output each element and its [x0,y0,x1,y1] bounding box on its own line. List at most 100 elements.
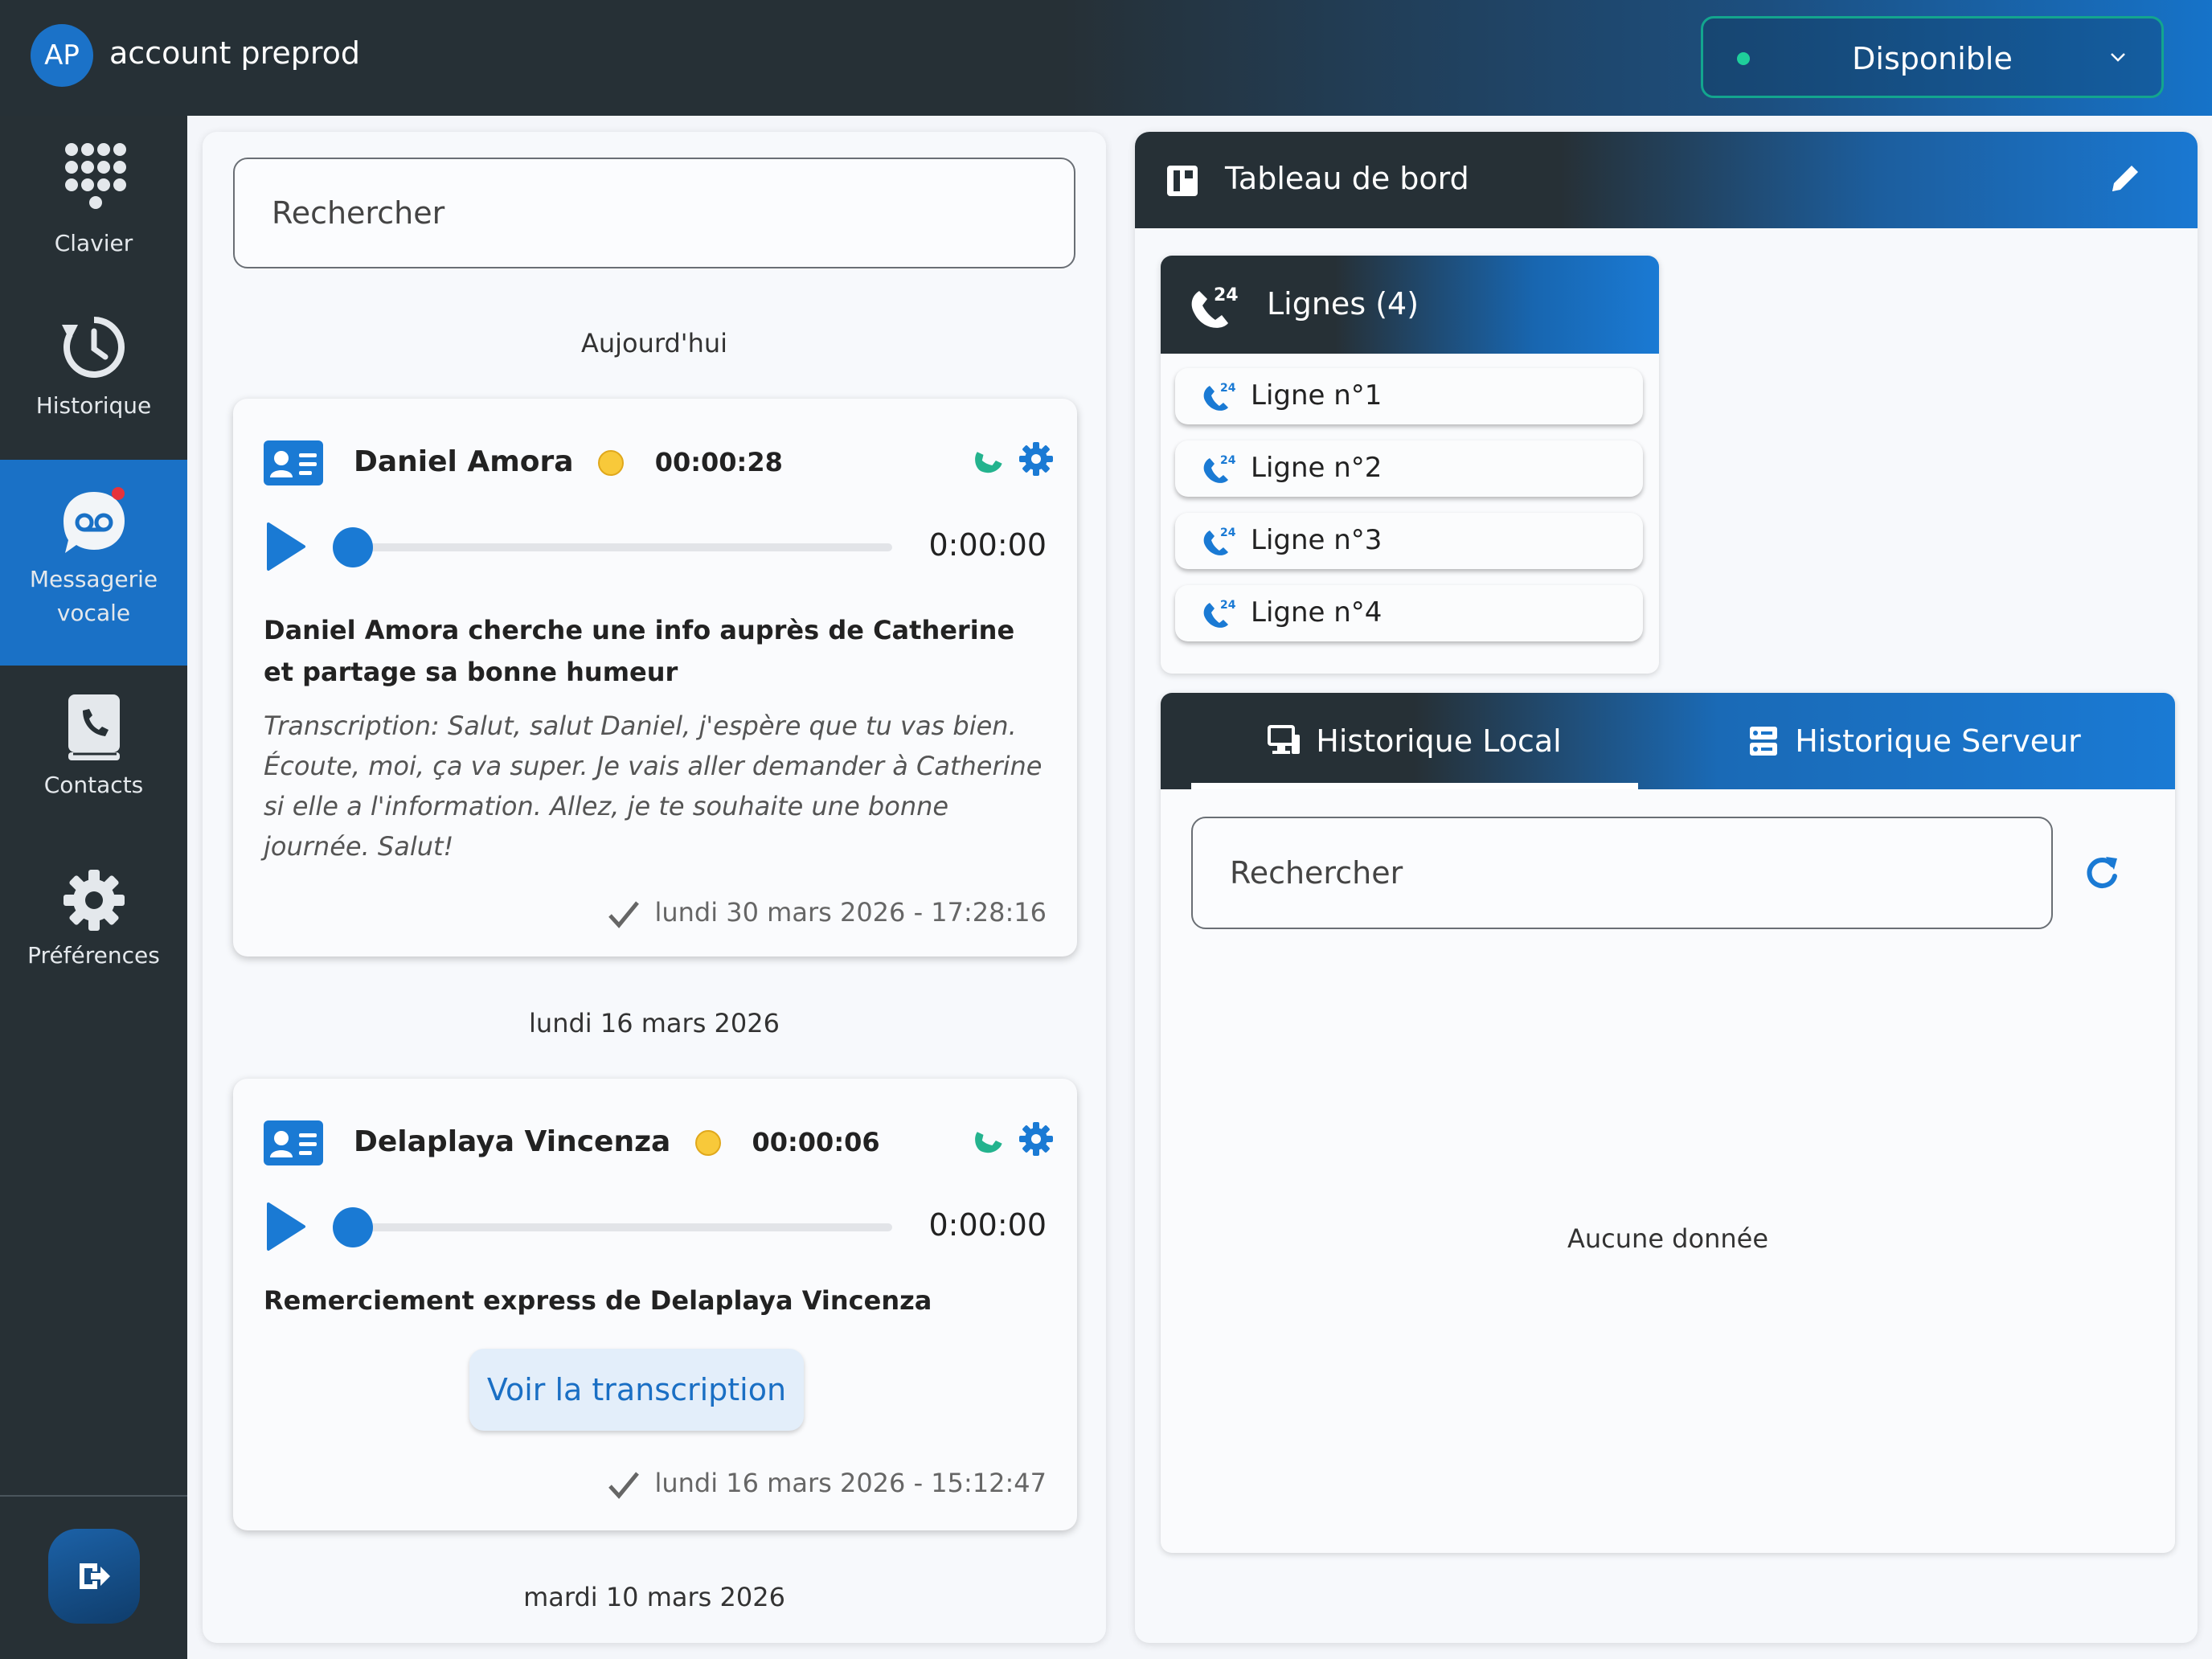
playback-slider-handle[interactable] [333,1207,373,1247]
sidebar: Clavier Historique Messagerie vocale Con… [0,116,187,1659]
contacts-book-icon [68,694,120,760]
date-separator: Aujourd'hui [580,328,728,358]
sidebar-item-contacts[interactable]: Contacts [0,693,187,846]
empty-state-message: Aucune donnée [1567,1223,1768,1254]
voicemail-search-input[interactable] [235,159,1074,267]
history-search[interactable] [1191,817,2053,929]
history-tabs: Historique Local Historique Serveur [1161,693,2175,789]
logout-button[interactable] [48,1529,140,1624]
sidebar-item-label: Clavier [54,230,133,256]
chevron-down-icon [2111,53,2125,62]
phone-24h-icon: 24 [1203,382,1236,411]
top-bar: AP account preprod Disponible [0,0,2212,116]
playback-track[interactable] [346,1223,892,1231]
sidebar-item-clavier[interactable]: Clavier [0,140,187,293]
playback-time: 0:00:00 [928,1207,1047,1243]
logout-icon [80,1563,110,1589]
line-label: Ligne n°1 [1251,379,1382,412]
date-separator: lundi 16 mars 2026 [529,1008,780,1038]
line-label: Ligne n°2 [1251,452,1382,484]
active-tab-indicator [1191,783,1638,789]
smile-emoji-icon [694,1130,721,1156]
dashboard-title: Tableau de bord [1225,161,1469,196]
voicemail-transcript: Transcription: Salut, salut Daniel, j'es… [264,711,1043,862]
settings-gear-icon[interactable] [1019,1122,1053,1156]
account-name: account preprod [109,35,361,71]
line-item[interactable]: 24 Ligne n°3 [1175,513,1643,569]
sidebar-item-label: Préférences [27,942,160,969]
voicemail-duration: 00:00:06 [752,1127,880,1157]
voicemail-panel: Aujourd'hui Daniel Amora 00:00:28 [203,132,1106,1643]
sidebar-item-preferences[interactable]: Préférences [0,866,187,1019]
line-item[interactable]: 24 Ligne n°2 [1175,440,1643,497]
desktop-computer-icon [1268,725,1301,754]
server-icon [1750,727,1778,756]
avatar[interactable]: AP [31,24,93,87]
playback-time: 0:00:00 [928,527,1047,563]
phone-call-icon[interactable] [973,1124,1005,1156]
date-separator: mardi 10 mars 2026 [523,1582,785,1612]
phone-24h-icon: 24 [1203,526,1236,555]
lines-header: 24 Lignes (4) [1161,256,1659,354]
phone-24h-icon: 24 [1191,285,1239,328]
playback-track[interactable] [346,543,892,551]
voicemail-search[interactable] [233,158,1075,268]
gear-icon [63,870,125,931]
dashboard-layout-icon [1167,166,1198,196]
contact-card-icon[interactable] [264,1120,323,1165]
phone-24h-icon: 24 [1203,454,1236,483]
check-icon [608,1472,640,1499]
playback-slider-handle[interactable] [333,527,373,567]
lines-card: 24 Lignes (4) 24 Ligne n°1 24 Ligne n°2 … [1161,256,1659,674]
tab-historique-local[interactable]: Historique Local [1191,693,1638,789]
history-search-input[interactable] [1193,818,2051,928]
dialpad-icon [64,143,126,209]
caller-name: Delaplaya Vincenza 00:00:06 [354,1125,880,1158]
line-label: Ligne n°4 [1251,596,1382,629]
dashboard-header: Tableau de bord [1135,132,2198,228]
history-icon [61,317,125,378]
sidebar-item-messagerie-vocale[interactable]: Messagerie vocale [0,460,187,666]
voicemail-card[interactable]: Daniel Amora 00:00:28 0:00:00 Daniel Amo… [233,399,1077,956]
voicemail-icon [63,487,125,553]
smile-emoji-icon [598,450,625,476]
lines-title: Lignes (4) [1267,286,1419,322]
phone-call-icon[interactable] [973,444,1005,476]
edit-pencil-icon[interactable] [2108,161,2143,196]
voicemail-date: lundi 30 mars 2026 - 17:28:16 [608,897,1047,928]
check-icon [608,901,640,928]
voicemail-date: lundi 16 mars 2026 - 15:12:47 [608,1468,1047,1499]
sidebar-item-label: Historique [35,392,152,419]
sidebar-item-label: Messagerie vocale [29,566,158,626]
svg-text:24: 24 [1220,526,1236,539]
play-icon[interactable] [264,521,307,572]
sidebar-item-label: Contacts [43,772,144,798]
svg-text:24: 24 [1220,382,1236,395]
voicemail-card[interactable]: Delaplaya Vincenza 00:00:06 0:00:00 Reme… [233,1079,1077,1530]
svg-text:24: 24 [1220,599,1236,612]
play-icon[interactable] [264,1201,307,1252]
status-select[interactable]: Disponible [1701,16,2164,98]
settings-gear-icon[interactable] [1019,442,1053,476]
status-label: Disponible [1852,41,2013,76]
svg-text:24: 24 [1214,285,1239,305]
voicemail-summary: Remerciement express de Delaplaya Vincen… [264,1285,932,1316]
sidebar-item-historique[interactable]: Historique [0,313,187,466]
contact-card-icon[interactable] [264,440,323,485]
line-item[interactable]: 24 Ligne n°1 [1175,368,1643,424]
tab-label: Historique Local [1316,723,1562,759]
voicemail-duration: 00:00:28 [654,447,783,477]
voicemail-summary: Daniel Amora cherche une info auprès de … [264,615,1015,687]
sidebar-divider [0,1495,187,1497]
line-item[interactable]: 24 Ligne n°4 [1175,585,1643,641]
tab-label: Historique Serveur [1795,723,2081,759]
caller-name: Daniel Amora 00:00:28 [354,445,783,478]
dashboard-panel: Tableau de bord 24 Lignes (4) 24 Ligne n… [1135,132,2198,1643]
line-label: Ligne n°3 [1251,524,1382,556]
svg-text:24: 24 [1220,454,1236,467]
tab-historique-serveur[interactable]: Historique Serveur [1683,693,2144,789]
view-transcript-button[interactable]: Voir la transcription [469,1349,804,1431]
history-card: Historique Local Historique Serveur Rech… [1161,693,2175,1553]
refresh-icon[interactable] [2083,854,2120,891]
phone-24h-icon: 24 [1203,599,1236,628]
